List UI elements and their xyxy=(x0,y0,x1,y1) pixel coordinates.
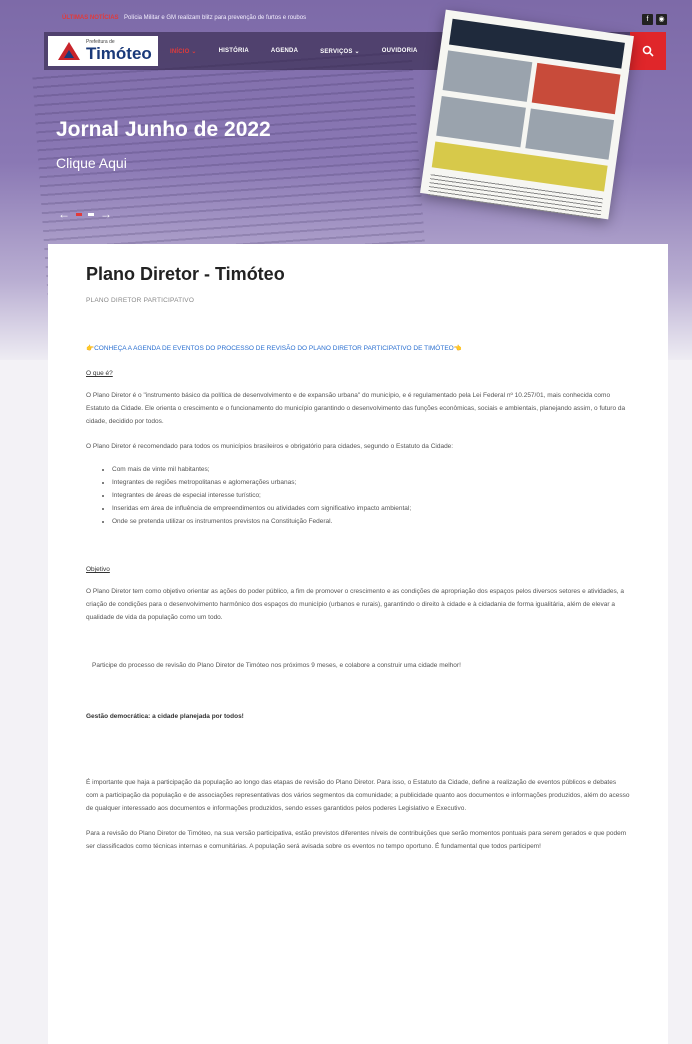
newspaper-photo xyxy=(531,62,621,115)
slider-next-arrow-icon[interactable]: → xyxy=(100,207,112,221)
section-heading-objective: Objetivo xyxy=(86,566,110,573)
nav-item-agenda[interactable]: AGENDA xyxy=(271,48,298,54)
list-item: Onde se pretenda utilizar os instrumento… xyxy=(112,515,630,528)
content-card: Plano Diretor - Timóteo PLANO DIRETOR PA… xyxy=(48,244,668,1044)
facebook-icon[interactable]: f xyxy=(642,14,653,25)
slider-dot[interactable] xyxy=(88,212,94,216)
list-item: Inseridas em área de influência de empre… xyxy=(112,502,630,515)
nav-item-servicos[interactable]: SERVIÇOS ⌄ xyxy=(320,48,360,55)
section-heading-what: O que é? xyxy=(86,370,113,377)
paragraph: Para a revisão do Plano Diretor de Timót… xyxy=(86,830,627,850)
search-icon xyxy=(642,45,654,57)
paragraph: O Plano Diretor tem como objetivo orient… xyxy=(86,588,624,621)
slider-dot[interactable] xyxy=(76,212,82,216)
section-heading-democratic: Gestão democrática: a cidade planejada p… xyxy=(86,713,244,720)
list-item: Integrantes de áreas de especial interes… xyxy=(112,489,630,502)
slider-controls: ← → xyxy=(58,207,112,221)
nav-item-historia[interactable]: HISTÓRIA xyxy=(219,48,249,54)
nav-item-inicio[interactable]: INÍCIO ⌄ xyxy=(170,48,197,55)
news-alert-label: ÚLTIMAS NOTÍCIAS xyxy=(62,15,119,21)
search-button[interactable] xyxy=(630,32,666,70)
newspaper-photo xyxy=(436,95,526,148)
page-subtitle: PLANO DIRETOR PARTICIPATIVO xyxy=(86,297,195,304)
nav-item-ouvidoria[interactable]: OUVIDORIA xyxy=(382,48,418,54)
newspaper-photo xyxy=(442,50,532,102)
paragraph: É importante que haja a participação da … xyxy=(86,779,630,812)
instagram-icon[interactable]: ◉ xyxy=(656,14,667,25)
nav-menu: INÍCIO ⌄ HISTÓRIA AGENDA SERVIÇOS ⌄ OUVI… xyxy=(170,32,418,70)
agenda-link[interactable]: 👉CONHEÇA A AGENDA DE EVENTOS DO PROCESSO… xyxy=(86,344,630,352)
hero-cta-link[interactable]: Clique Aqui xyxy=(56,155,127,171)
slider-prev-arrow-icon[interactable]: ← xyxy=(58,207,70,221)
site-logo[interactable]: Prefeitura de Timóteo xyxy=(48,36,158,66)
newspaper-photo xyxy=(524,108,615,160)
logo-mark-icon xyxy=(58,42,80,60)
paragraph: O Plano Diretor é recomendado para todos… xyxy=(86,443,454,450)
page-title: Plano Diretor - Timóteo xyxy=(86,264,285,284)
list-item: Integrantes de regiões metropolitanas e … xyxy=(112,476,630,489)
newspaper-cover-image[interactable] xyxy=(420,9,634,220)
news-ticker-text[interactable]: Polícia Militar e GM realizam blitz para… xyxy=(124,15,306,21)
requirements-list: Com mais de vinte mil habitantes; Integr… xyxy=(86,463,630,528)
paragraph: O Plano Diretor é o "instrumento básico … xyxy=(86,392,626,425)
call-to-participate: Participe do processo de revisão do Plan… xyxy=(92,662,461,669)
hero-title: Jornal Junho de 2022 xyxy=(56,118,271,141)
logo-name: Timóteo xyxy=(86,43,152,63)
list-item: Com mais de vinte mil habitantes; xyxy=(112,463,630,476)
